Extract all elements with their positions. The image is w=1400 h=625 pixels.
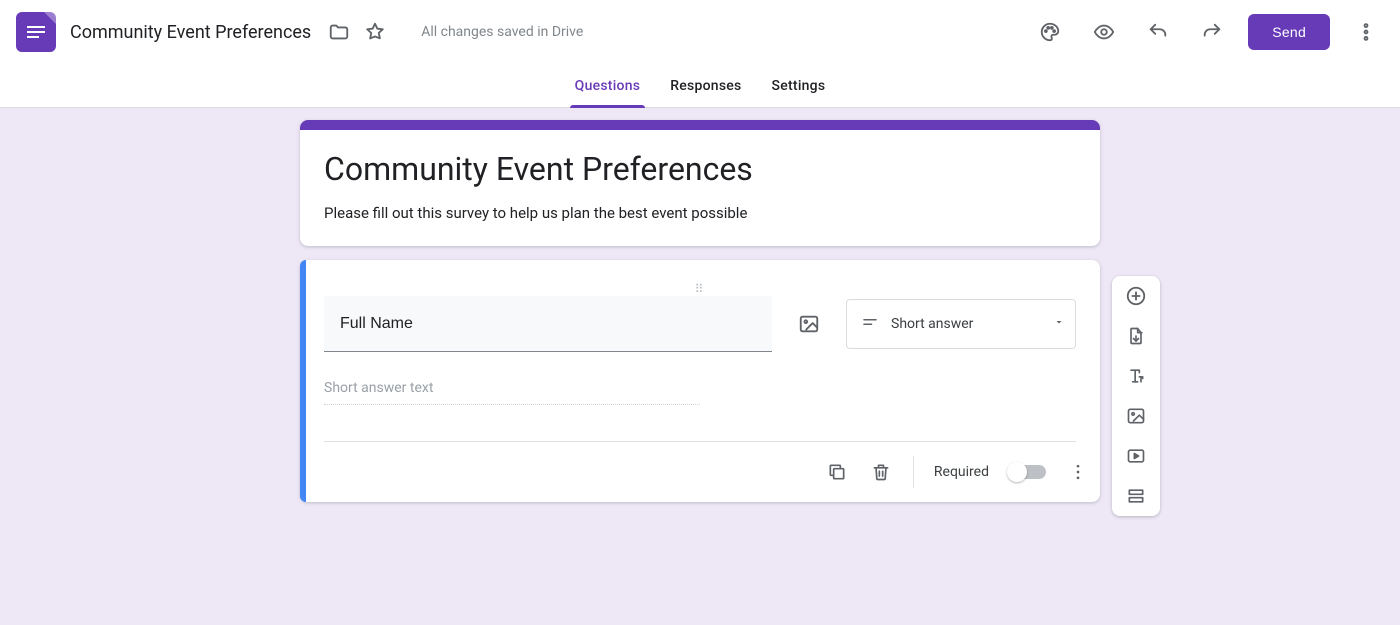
add-question-button[interactable] bbox=[1124, 284, 1148, 308]
form-title[interactable]: Community Event Preferences bbox=[324, 150, 1076, 188]
more-vert-icon[interactable] bbox=[1354, 20, 1378, 44]
app-header: Community Event Preferences All changes … bbox=[0, 0, 1400, 64]
import-questions-button[interactable] bbox=[1124, 324, 1148, 348]
question-type-select[interactable]: Short answer bbox=[846, 299, 1076, 349]
tab-settings[interactable]: Settings bbox=[772, 64, 826, 107]
tab-questions[interactable]: Questions bbox=[575, 64, 641, 107]
required-label: Required bbox=[934, 464, 989, 480]
document-title[interactable]: Community Event Preferences bbox=[70, 22, 311, 43]
add-section-button[interactable] bbox=[1124, 484, 1148, 508]
form-header-card[interactable]: Community Event Preferences Please fill … bbox=[300, 120, 1100, 246]
required-toggle[interactable] bbox=[1009, 465, 1046, 479]
answer-preview: Short answer text bbox=[324, 380, 700, 405]
question-title-input[interactable] bbox=[324, 296, 772, 352]
form-canvas: Community Event Preferences Please fill … bbox=[0, 108, 1400, 625]
delete-icon[interactable] bbox=[869, 460, 893, 484]
question-card[interactable]: ⠿ Short answer bbox=[300, 260, 1100, 502]
redo-icon[interactable] bbox=[1200, 20, 1224, 44]
short-answer-icon bbox=[861, 313, 879, 335]
question-type-label: Short answer bbox=[891, 316, 973, 332]
question-more-icon[interactable] bbox=[1066, 460, 1090, 484]
duplicate-icon[interactable] bbox=[825, 460, 849, 484]
eye-icon[interactable] bbox=[1092, 20, 1116, 44]
star-icon[interactable] bbox=[363, 20, 387, 44]
forms-logo[interactable] bbox=[16, 12, 56, 52]
form-description[interactable]: Please fill out this survey to help us p… bbox=[324, 204, 1076, 222]
folder-icon[interactable] bbox=[327, 20, 351, 44]
send-button[interactable]: Send bbox=[1248, 14, 1330, 50]
palette-icon[interactable] bbox=[1038, 20, 1062, 44]
side-toolbar bbox=[1112, 276, 1160, 516]
divider bbox=[913, 456, 914, 488]
add-image-icon[interactable] bbox=[788, 303, 830, 345]
chevron-down-icon bbox=[1053, 316, 1065, 332]
save-status: All changes saved in Drive bbox=[421, 24, 583, 40]
add-video-button[interactable] bbox=[1124, 444, 1148, 468]
add-title-button[interactable] bbox=[1124, 364, 1148, 388]
question-footer: Required bbox=[300, 442, 1100, 502]
tabs-bar: Questions Responses Settings bbox=[0, 64, 1400, 108]
add-image-button[interactable] bbox=[1124, 404, 1148, 428]
undo-icon[interactable] bbox=[1146, 20, 1170, 44]
tab-responses[interactable]: Responses bbox=[670, 64, 741, 107]
